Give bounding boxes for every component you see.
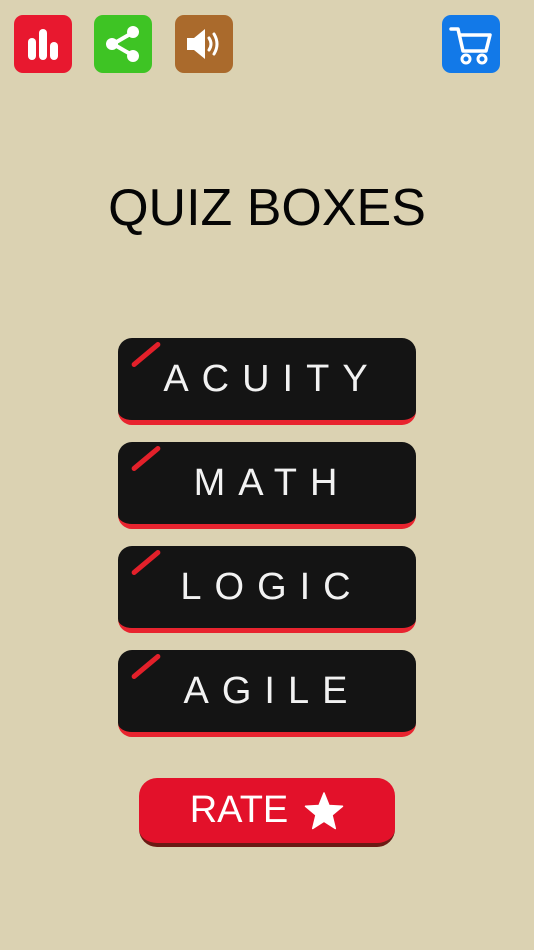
star-icon <box>305 791 344 829</box>
share-icon <box>106 26 139 62</box>
rate-button[interactable]: RATE <box>139 778 395 847</box>
shop-button[interactable] <box>442 15 500 73</box>
game-title: QUIZ BOXES <box>108 179 426 237</box>
logic-label: LOGIC <box>180 565 364 608</box>
sound-button[interactable] <box>175 15 233 73</box>
rate-label: RATE <box>189 789 289 831</box>
bar-chart-icon <box>28 29 58 60</box>
share-button[interactable] <box>94 15 152 73</box>
main-menu-screen: QUIZ BOXES ACUITY MATH LOGIC AGILE RATE <box>0 0 534 950</box>
speaker-icon <box>187 29 219 59</box>
logic-button[interactable]: LOGIC <box>118 546 416 633</box>
shopping-cart-icon <box>449 27 492 65</box>
stats-button[interactable] <box>14 15 72 73</box>
acuity-label: ACUITY <box>163 357 381 400</box>
acuity-button[interactable]: ACUITY <box>118 338 416 425</box>
math-label: MATH <box>193 461 351 504</box>
agile-button[interactable]: AGILE <box>118 650 416 737</box>
agile-label: AGILE <box>183 669 361 712</box>
math-button[interactable]: MATH <box>118 442 416 529</box>
